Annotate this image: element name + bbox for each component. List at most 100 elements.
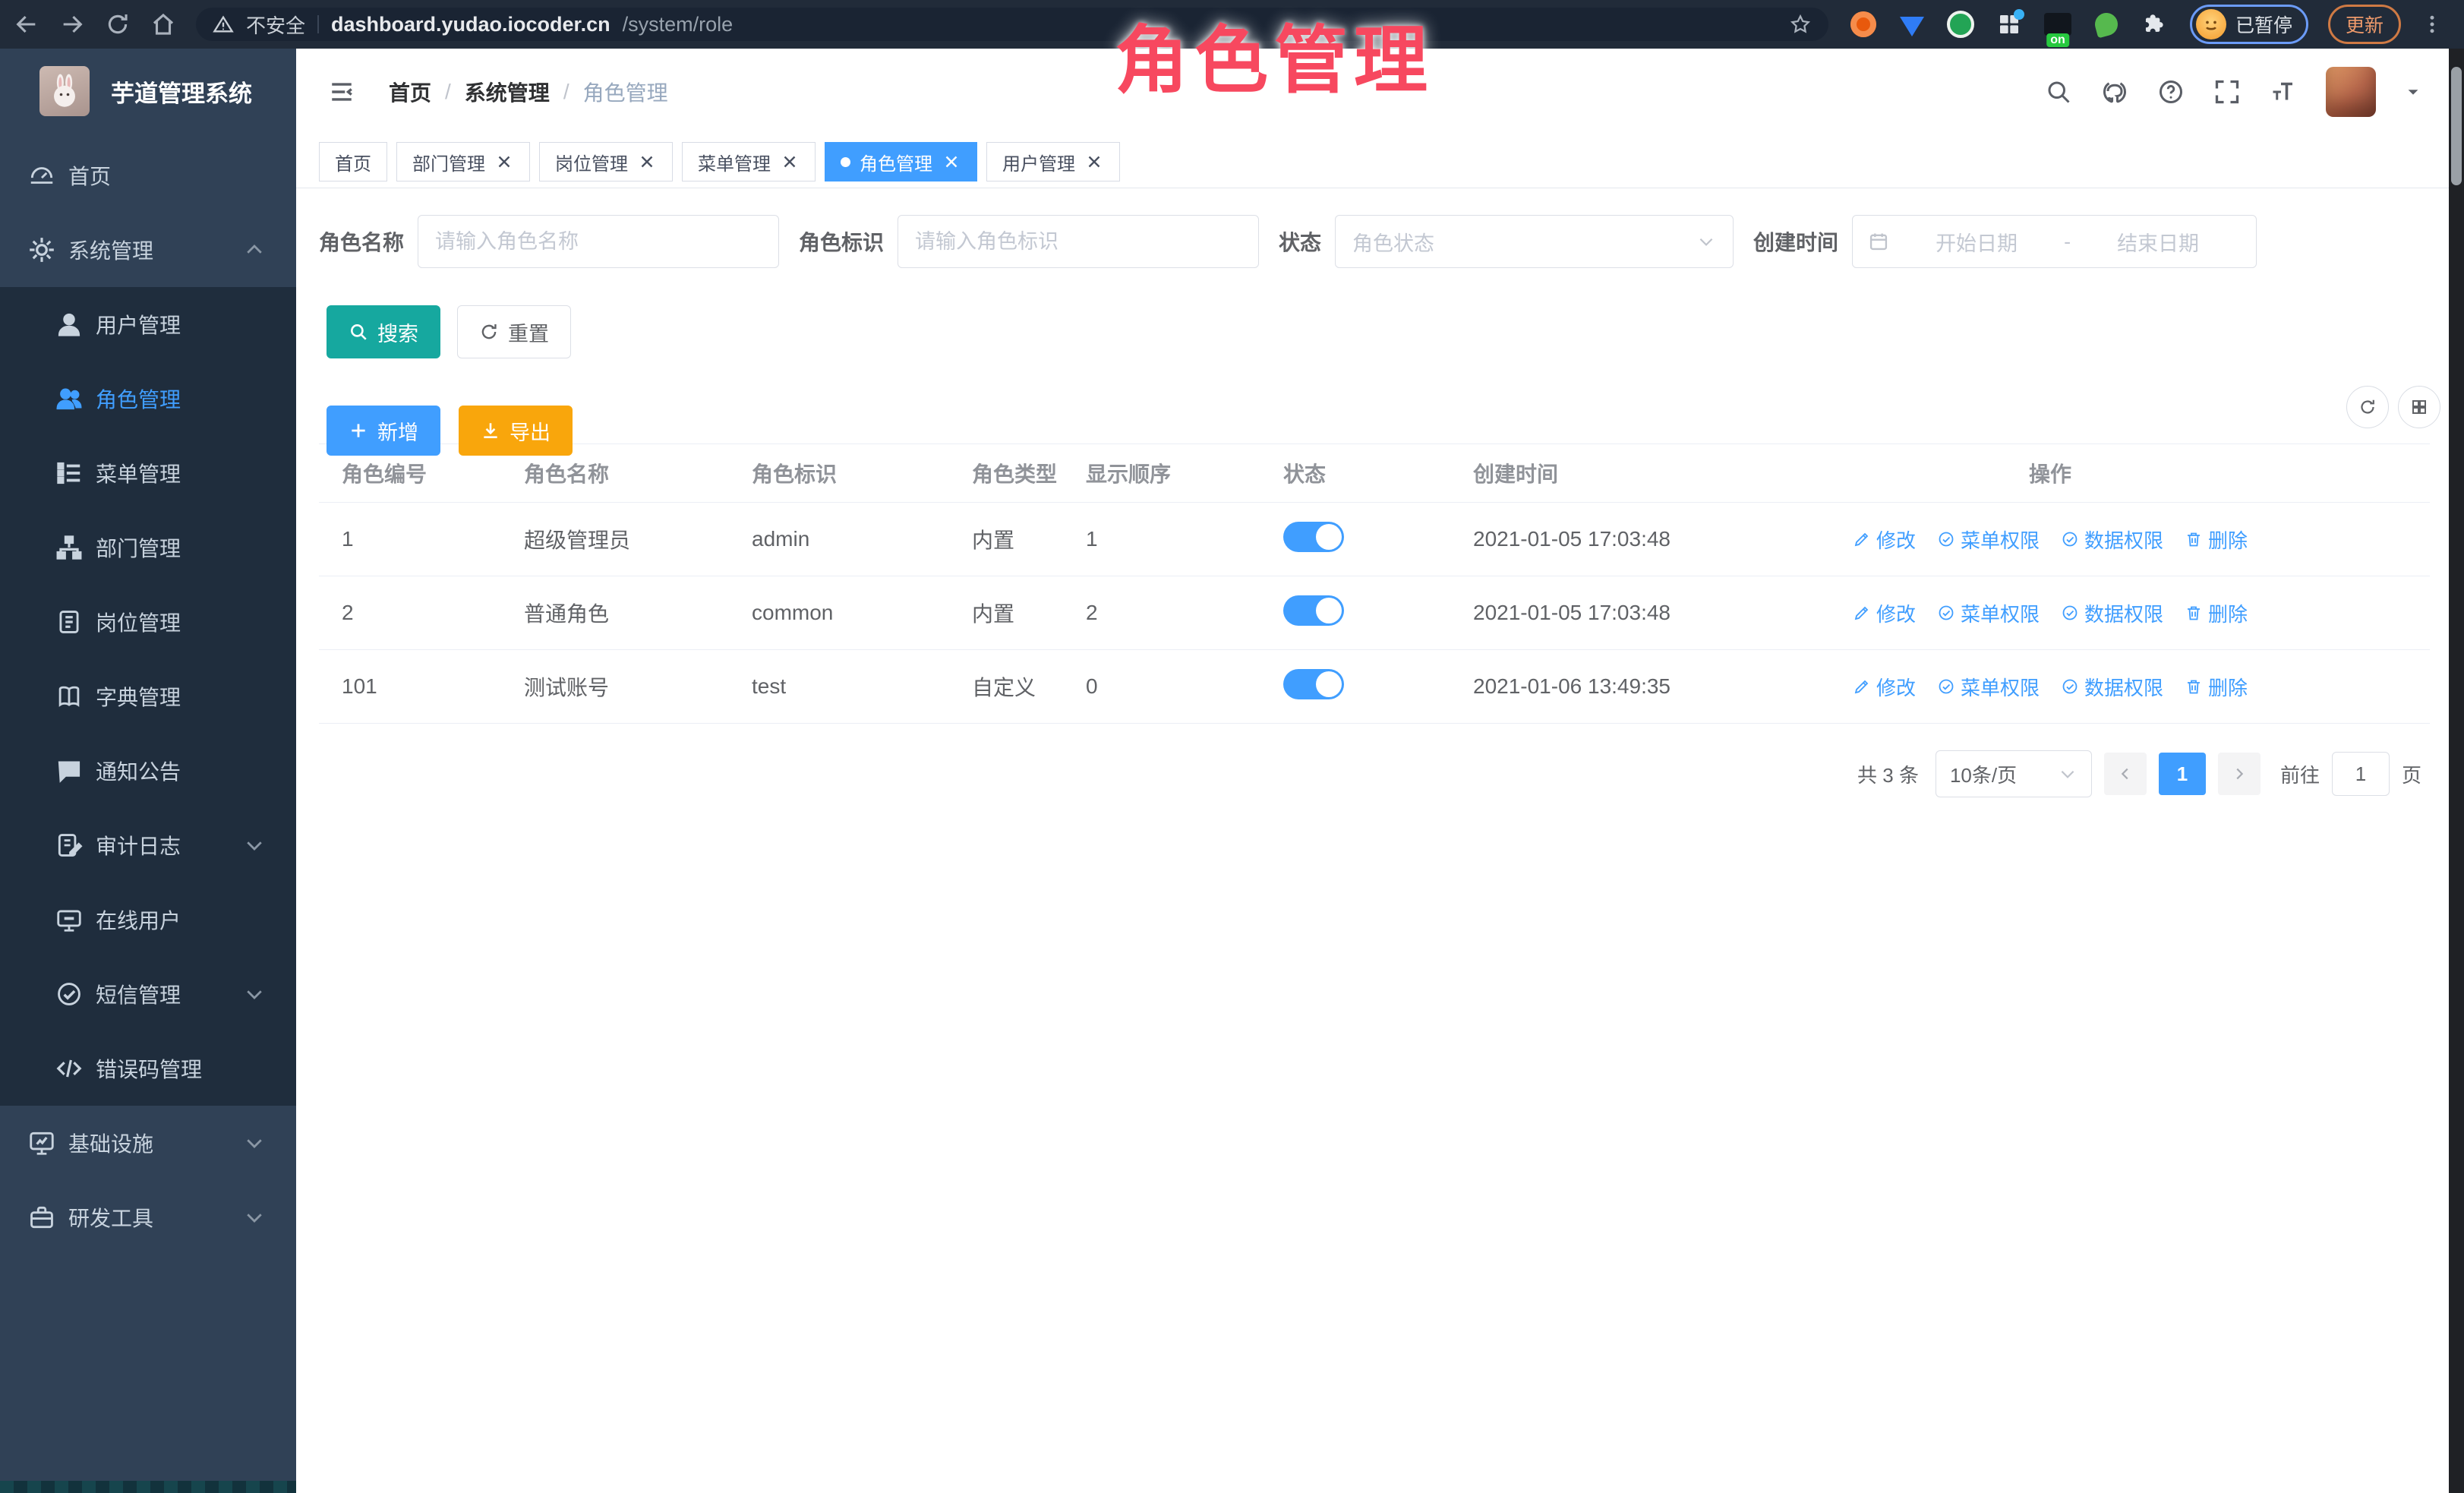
cell-actions: 修改菜单权限数据权限删除: [1822, 599, 2278, 627]
sidebar-item-首页[interactable]: 首页: [0, 138, 296, 213]
trash-icon: [2185, 604, 2203, 622]
sidebar-item-label: 错误码管理: [96, 1053, 202, 1084]
sidebar-item-label: 通知公告: [96, 756, 181, 786]
scrollbar[interactable]: [2449, 49, 2464, 1493]
extension-leaf-icon[interactable]: [2091, 9, 2122, 39]
sidebar-item-错误码管理[interactable]: 错误码管理: [0, 1031, 296, 1106]
sidebar-item-在线用户[interactable]: 在线用户: [0, 882, 296, 957]
status-toggle[interactable]: [1283, 522, 1344, 552]
caret-down-icon[interactable]: [2405, 84, 2421, 100]
row-action-数据权限[interactable]: 数据权限: [2061, 599, 2163, 627]
breadcrumb-item-首页[interactable]: 首页: [389, 77, 431, 107]
forward-icon[interactable]: [59, 11, 85, 37]
search-icon[interactable]: [2045, 78, 2072, 106]
reset-button[interactable]: 重置: [457, 305, 571, 358]
add-button[interactable]: 新增: [327, 406, 440, 456]
sidebar-logo-row[interactable]: 芋道管理系统: [0, 49, 296, 134]
sidebar-item-短信管理[interactable]: 短信管理: [0, 957, 296, 1031]
next-page-button[interactable]: [2218, 753, 2261, 795]
extensions-puzzle-icon[interactable]: [2140, 9, 2170, 39]
sidebar-item-审计日志[interactable]: 审计日志: [0, 808, 296, 882]
tab-close-icon[interactable]: [637, 152, 657, 172]
scrollbar-thumb[interactable]: [2451, 67, 2462, 185]
sidebar-item-角色管理[interactable]: 角色管理: [0, 361, 296, 436]
tab-首页[interactable]: 首页: [319, 142, 387, 181]
tab-close-icon[interactable]: [780, 152, 800, 172]
reload-icon[interactable]: [105, 11, 131, 37]
sidebar-item-部门管理[interactable]: 部门管理: [0, 510, 296, 585]
prev-page-button[interactable]: [2104, 753, 2147, 795]
sidebar-item-基础设施[interactable]: 基础设施: [0, 1106, 296, 1180]
tab-label: 角色管理: [860, 149, 932, 175]
sidebar-item-系统管理[interactable]: 系统管理: [0, 213, 296, 287]
search-button[interactable]: 搜索: [327, 305, 440, 358]
help-icon[interactable]: [2157, 78, 2185, 106]
status-toggle[interactable]: [1283, 595, 1344, 626]
row-action-修改[interactable]: 修改: [1853, 599, 1916, 627]
status-select[interactable]: 角色状态: [1335, 215, 1734, 268]
cell: 超级管理员: [501, 524, 729, 554]
fullscreen-icon[interactable]: [2213, 78, 2241, 106]
status-toggle[interactable]: [1283, 669, 1344, 699]
browser-menu-icon[interactable]: [2421, 13, 2443, 36]
sidebar-item-字典管理[interactable]: 字典管理: [0, 659, 296, 734]
breadcrumb-item-系统管理[interactable]: 系统管理: [465, 77, 550, 107]
tab-菜单管理[interactable]: 菜单管理: [682, 142, 816, 181]
column-header-操作: 操作: [1822, 458, 2278, 488]
role-key-input[interactable]: [898, 215, 1259, 268]
row-action-数据权限[interactable]: 数据权限: [2061, 673, 2163, 701]
tab-部门管理[interactable]: 部门管理: [396, 142, 530, 181]
app-title: 芋道管理系统: [111, 74, 252, 109]
extension-orange-icon[interactable]: [1848, 9, 1879, 39]
bookmark-star-icon[interactable]: [1789, 13, 1812, 36]
extension-gem-icon[interactable]: [1897, 9, 1927, 39]
role-name-input[interactable]: [418, 215, 779, 268]
tab-用户管理[interactable]: 用户管理: [986, 142, 1120, 181]
row-action-修改[interactable]: 修改: [1853, 673, 1916, 701]
home-icon[interactable]: [150, 11, 176, 37]
goto-page-input[interactable]: [2332, 752, 2390, 796]
row-action-数据权限[interactable]: 数据权限: [2061, 526, 2163, 554]
page-size-select[interactable]: 10条/页: [1936, 750, 2092, 797]
extension-dark-icon[interactable]: on: [2043, 9, 2073, 39]
extension-green-icon[interactable]: [1945, 9, 1976, 39]
export-button[interactable]: 导出: [459, 406, 573, 456]
row-action-菜单权限[interactable]: 菜单权限: [1937, 673, 2040, 701]
check-circle-icon: [2061, 677, 2079, 696]
tab-close-icon[interactable]: [1084, 152, 1104, 172]
row-action-删除[interactable]: 删除: [2185, 599, 2248, 627]
tab-岗位管理[interactable]: 岗位管理: [539, 142, 673, 181]
date-range-picker[interactable]: 开始日期 - 结束日期: [1852, 215, 2257, 268]
current-page-button[interactable]: 1: [2159, 753, 2206, 795]
address-bar[interactable]: 不安全 dashboard.yudao.iocoder.cn /system/r…: [196, 8, 1828, 41]
extension-grid-icon[interactable]: [1994, 9, 2024, 39]
font-size-icon[interactable]: [2270, 78, 2297, 106]
row-action-修改[interactable]: 修改: [1853, 526, 1916, 554]
browser-update-button[interactable]: 更新: [2328, 5, 2401, 44]
row-action-删除[interactable]: 删除: [2185, 526, 2248, 554]
table-refresh-button[interactable]: [2346, 386, 2389, 428]
sidebar-item-岗位管理[interactable]: 岗位管理: [0, 585, 296, 659]
edit-icon: [1853, 677, 1871, 696]
column-header-角色标识: 角色标识: [729, 458, 949, 488]
browser-profile-chip[interactable]: 已暂停: [2190, 5, 2308, 44]
cell: 内置: [949, 598, 1063, 628]
table-settings-button[interactable]: [2398, 386, 2440, 428]
back-icon[interactable]: [14, 11, 39, 37]
tab-close-icon[interactable]: [942, 152, 961, 172]
role-icon: [55, 384, 84, 413]
tab-close-icon[interactable]: [494, 152, 514, 172]
row-action-菜单权限[interactable]: 菜单权限: [1937, 599, 2040, 627]
github-icon[interactable]: [2101, 78, 2128, 106]
sidebar-item-通知公告[interactable]: 通知公告: [0, 734, 296, 808]
security-warning-icon[interactable]: [213, 14, 234, 35]
toggle-knob: [1316, 598, 1342, 623]
tab-角色管理[interactable]: 角色管理: [825, 142, 977, 181]
sidebar-item-用户管理[interactable]: 用户管理: [0, 287, 296, 361]
hamburger-icon[interactable]: [327, 79, 357, 105]
sidebar-item-菜单管理[interactable]: 菜单管理: [0, 436, 296, 510]
row-action-菜单权限[interactable]: 菜单权限: [1937, 526, 2040, 554]
row-action-删除[interactable]: 删除: [2185, 673, 2248, 701]
user-avatar[interactable]: [2326, 67, 2376, 117]
sidebar-item-研发工具[interactable]: 研发工具: [0, 1180, 296, 1255]
